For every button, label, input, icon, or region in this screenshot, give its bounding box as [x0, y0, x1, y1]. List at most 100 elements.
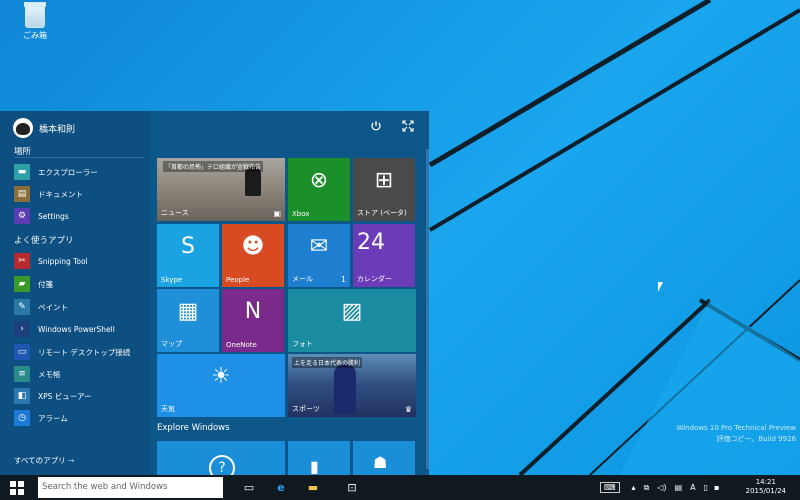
powershell-icon: ›: [14, 321, 30, 337]
app-xps-viewer[interactable]: ◧ XPS ビューアー: [14, 386, 92, 406]
all-apps-link[interactable]: すべてのアプリ ⇾: [14, 455, 74, 466]
map-icon: ▦: [177, 299, 199, 324]
folder-icon: ▬: [14, 164, 30, 180]
system-clock[interactable]: 14:21 2015/01/24: [746, 478, 786, 496]
tile-mail[interactable]: ✉ メール 1: [288, 224, 350, 287]
store-button[interactable]: ⊡: [337, 475, 367, 500]
tile-calendar[interactable]: 24 カレンダー: [353, 224, 415, 287]
app-label: リモート デスクトップ接続: [38, 347, 131, 357]
tile-label: OneNote: [226, 341, 257, 349]
trophy-icon: ♛: [404, 405, 412, 414]
frequent-heading: よく使うアプリ: [14, 236, 74, 246]
keyboard-icon[interactable]: ⌨: [600, 482, 620, 493]
power-icon: [371, 121, 381, 131]
gear-icon: ⚙: [14, 208, 30, 224]
user-account[interactable]: 橋本和則: [13, 117, 75, 139]
volume-icon[interactable]: ◁): [657, 483, 666, 492]
alarm-icon: ◷: [14, 410, 30, 426]
chat-icon: ☗: [373, 453, 388, 472]
place-settings[interactable]: ⚙ Settings: [14, 206, 69, 226]
user-name: 橋本和則: [39, 124, 76, 135]
help-icon: ?: [209, 455, 235, 475]
sports-headline: 上を走る日本代表の勝利: [292, 357, 363, 368]
tile-news[interactable]: 「首都の恐怖」テロ組織が宣戦布告 ニュース ▣: [157, 158, 285, 221]
action-center-icon[interactable]: ▤: [675, 483, 683, 492]
app-paint[interactable]: ✎ ペイント: [14, 297, 68, 317]
app-notepad[interactable]: ≡ メモ帳: [14, 364, 61, 384]
tile-label: マップ: [161, 340, 182, 348]
tile-skype[interactable]: S Skype: [157, 224, 219, 287]
power-button[interactable]: [369, 119, 383, 133]
app-powershell[interactable]: › Windows PowerShell: [14, 319, 115, 339]
avatar: [13, 118, 33, 138]
tile-maps[interactable]: ▦ マップ: [157, 289, 219, 352]
app-label: メモ帳: [38, 369, 61, 379]
app-snipping-tool[interactable]: ✂ Snipping Tool: [14, 251, 88, 271]
tile-sports[interactable]: 上を走る日本代表の勝利 スポーツ ♛: [288, 354, 416, 417]
windows-logo-icon: [10, 480, 24, 495]
people-icon: ☻: [241, 234, 265, 259]
tile-label: Skype: [161, 276, 183, 284]
app-label: アラーム: [38, 413, 68, 423]
expand-icon: [402, 120, 414, 132]
watermark-build: 評価コピー。Build 9926: [716, 435, 796, 443]
app-label: Windows PowerShell: [38, 324, 115, 334]
app-sticky-notes[interactable]: ▰ 付箋: [14, 274, 53, 294]
folder-icon: ▬: [307, 481, 319, 494]
ime-indicator[interactable]: A: [690, 483, 695, 492]
tile-people[interactable]: ☻ People: [222, 224, 284, 287]
clock-time: 14:21: [755, 478, 776, 486]
recycle-bin-icon: [24, 2, 46, 28]
calendar-day: 24: [357, 230, 385, 255]
tile-weather[interactable]: ☀ 天気: [157, 354, 285, 417]
chevron-up-icon[interactable]: ▴: [632, 483, 636, 492]
start-button[interactable]: [0, 475, 34, 500]
system-tray: ⌨ ▴ ⧉ ◁) ▤ A ▯ ▪: [600, 475, 719, 500]
xps-icon: ◧: [14, 388, 30, 404]
tile-photos[interactable]: ▨ フォト: [288, 289, 416, 352]
windows-logo-icon: ▮: [310, 457, 319, 475]
start-top-icons: [369, 119, 415, 133]
place-explorer[interactable]: ▬ エクスプローラー: [14, 162, 98, 182]
paint-icon: ✎: [14, 299, 30, 315]
build-watermark: Windows 10 Pro Technical Preview 評価コピー。B…: [676, 423, 796, 445]
task-view-button[interactable]: ▭: [234, 475, 264, 500]
place-documents[interactable]: ▤ ドキュメント: [14, 184, 83, 204]
tile-label: フォト: [292, 340, 313, 348]
tile-label: ニュース: [161, 209, 189, 217]
notepad-icon: ≡: [14, 366, 30, 382]
app-label: XPS ビューアー: [38, 391, 92, 401]
tile-label: スポーツ: [292, 405, 320, 413]
tile-windows-feedback[interactable]: ▮: [288, 441, 350, 475]
place-label: エクスプローラー: [38, 167, 98, 177]
tile-get-started[interactable]: ?: [157, 441, 285, 475]
search-input[interactable]: Search the web and Windows: [38, 477, 223, 498]
places-heading: 場所: [14, 147, 32, 157]
app-alarm[interactable]: ◷ アラーム: [14, 408, 68, 428]
internet-explorer-button[interactable]: e: [266, 475, 296, 500]
remote-desktop-icon: ▭: [14, 344, 30, 360]
taskbar: Search the web and Windows ▭ e ▬ ⊡ ⌨ ▴ ⧉…: [0, 475, 800, 500]
tile-label: Xbox: [292, 210, 310, 218]
battery-icon[interactable]: ▯: [704, 483, 708, 492]
internet-explorer-icon: e: [277, 481, 285, 494]
tile-onenote[interactable]: N OneNote: [222, 289, 284, 352]
photo-icon: ▨: [341, 299, 363, 324]
start-scrollbar[interactable]: [426, 149, 429, 469]
app-remote-desktop[interactable]: ▭ リモート デスクトップ接続: [14, 342, 130, 362]
recycle-bin[interactable]: ごみ箱: [16, 2, 54, 41]
file-explorer-button[interactable]: ▬: [298, 475, 328, 500]
onenote-icon: N: [244, 299, 262, 324]
xbox-icon: ⊗: [309, 168, 329, 193]
expand-button[interactable]: [401, 119, 415, 133]
clock-date: 2015/01/24: [745, 487, 786, 495]
network-icon[interactable]: ⧉: [644, 483, 650, 493]
tile-store[interactable]: ⊞ ストア (ベータ): [353, 158, 415, 221]
keyboard-layout-icon[interactable]: ▪: [714, 483, 719, 492]
tile-contact-support[interactable]: ☗: [353, 441, 415, 475]
start-menu: 橋本和則 場所 ▬ エクスプローラー ▤ ドキュメント ⚙ Settings よ…: [0, 111, 429, 475]
tile-label: 天気: [161, 405, 175, 413]
tile-xbox[interactable]: ⊗ Xbox: [288, 158, 350, 221]
app-label: 付箋: [38, 279, 53, 289]
tile-label: メール: [292, 275, 313, 283]
